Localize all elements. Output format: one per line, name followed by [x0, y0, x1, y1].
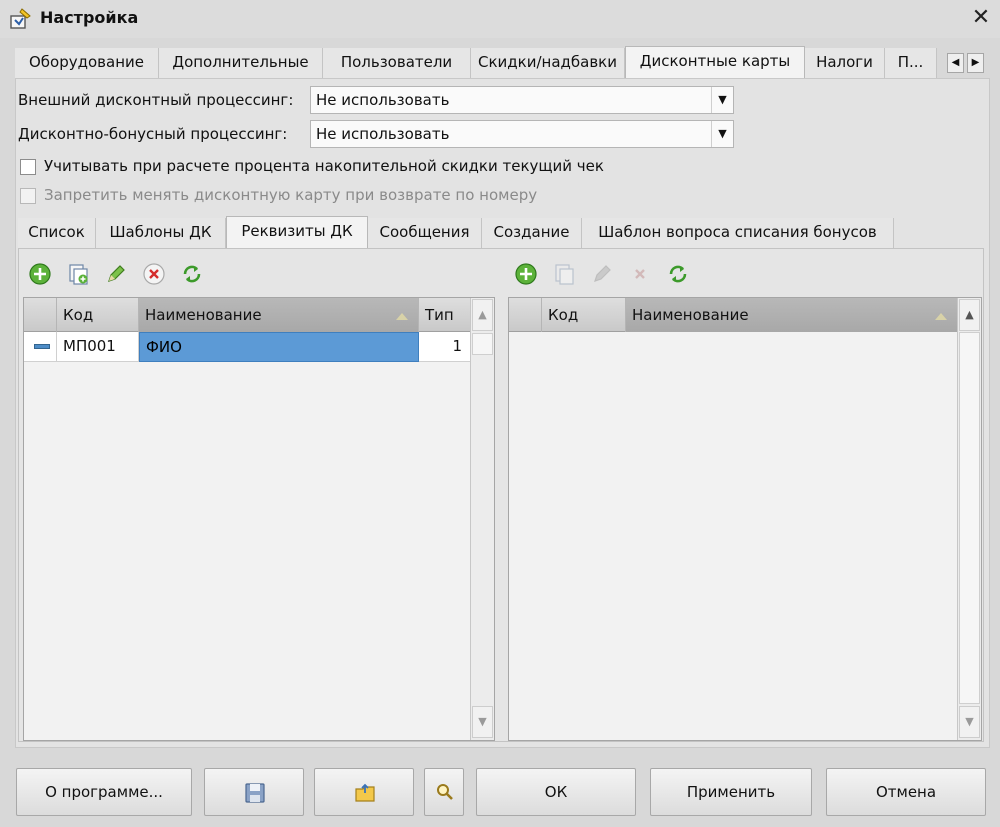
save-icon [245, 783, 265, 803]
column-name[interactable]: Наименование [626, 298, 957, 332]
cell-type[interactable]: 1 [419, 332, 470, 362]
table-scrollbar[interactable]: ▲ ▼ [470, 298, 494, 740]
column-name-label: Наименование [632, 306, 749, 324]
tab-more[interactable]: П... [885, 48, 937, 78]
bonus-processing-select[interactable]: Не использовать ▼ [310, 120, 734, 148]
refresh-icon[interactable] [666, 262, 690, 286]
sort-ascending-icon [935, 313, 947, 320]
scroll-up-button[interactable]: ▲ [959, 299, 980, 331]
attributes-table: Код Наименование Тип МП001 ФИО 1 ▲ ▼ [23, 297, 495, 741]
delete-icon[interactable] [142, 262, 166, 286]
external-processing-label: Внешний дисконтный процессинг: [18, 91, 294, 109]
current-row-icon [34, 344, 50, 349]
cancel-button[interactable]: Отмена [826, 768, 986, 816]
tab-bonus-write-off-template[interactable]: Шаблон вопроса списания бонусов [582, 218, 894, 248]
chevron-down-icon: ▼ [478, 715, 487, 728]
count-current-receipt-checkbox[interactable]: Учитывать при расчете процента накопител… [20, 157, 640, 179]
refresh-icon[interactable] [180, 262, 204, 286]
tabs-scroll-left-button[interactable]: ◀ [947, 53, 964, 73]
tab-additional[interactable]: Дополнительные [159, 48, 323, 78]
column-type[interactable]: Тип [419, 298, 470, 332]
checkbox-box [20, 188, 36, 204]
scroll-down-button[interactable]: ▼ [959, 706, 980, 738]
scroll-down-button[interactable]: ▼ [472, 706, 493, 738]
arrow-left-icon: ◀ [951, 57, 960, 68]
row-marker-cell [24, 332, 57, 362]
count-current-receipt-label: Учитывать при расчете процента накопител… [44, 157, 604, 175]
copy-icon [555, 264, 574, 285]
bonus-processing-label: Дисконтно-бонусный процессинг: [18, 125, 288, 143]
chevron-down-icon: ▼ [965, 715, 974, 728]
tab-users[interactable]: Пользователи [323, 48, 471, 78]
attribute-values-table: Код Наименование ▲ ▼ [508, 297, 982, 741]
row-marker-column [24, 298, 57, 332]
delete-icon [635, 269, 645, 279]
tab-list[interactable]: Список [18, 218, 96, 248]
window-title: Настройка [40, 8, 139, 27]
external-processing-value: Не использовать [316, 91, 450, 109]
external-processing-select[interactable]: Не использовать ▼ [310, 86, 734, 114]
column-code[interactable]: Код [542, 298, 626, 332]
copy-icon[interactable] [66, 262, 90, 286]
ok-button[interactable]: ОК [476, 768, 636, 816]
apply-button[interactable]: Применить [650, 768, 812, 816]
table-header: Код Наименование Тип [24, 298, 470, 332]
forbid-card-change-label: Запретить менять дисконтную карту при во… [44, 186, 538, 204]
settings-tabs: Оборудование Дополнительные Пользователи… [15, 46, 990, 78]
table-scrollbar[interactable]: ▲ ▼ [957, 298, 981, 740]
row-marker-column [509, 298, 542, 332]
chevron-up-icon: ▲ [478, 308, 487, 321]
search-icon [437, 784, 453, 800]
open-button[interactable] [314, 768, 414, 816]
about-button[interactable]: О программе... [16, 768, 192, 816]
tab-taxes[interactable]: Налоги [805, 48, 885, 78]
open-folder-icon [355, 783, 375, 802]
table-header: Код Наименование [509, 298, 957, 332]
title-bar: Настройка ✕ [0, 0, 1000, 38]
chevron-up-icon: ▲ [965, 308, 974, 321]
tab-card-attributes[interactable]: Реквизиты ДК [226, 216, 368, 248]
tab-discount-cards[interactable]: Дисконтные карты [625, 46, 805, 78]
column-name[interactable]: Наименование [139, 298, 419, 332]
arrow-right-icon: ▶ [971, 57, 980, 68]
add-icon[interactable] [514, 262, 538, 286]
close-button[interactable]: ✕ [966, 4, 996, 32]
close-icon[interactable]: ✕ [972, 5, 990, 30]
table-row[interactable]: МП001 ФИО 1 [24, 332, 470, 362]
save-button[interactable] [204, 768, 304, 816]
edit-icon [594, 265, 611, 282]
scroll-thumb[interactable] [472, 333, 493, 355]
tab-discounts[interactable]: Скидки/надбавки [471, 48, 625, 78]
tab-creation[interactable]: Создание [482, 218, 582, 248]
cell-name[interactable]: ФИО [139, 332, 419, 362]
tab-messages[interactable]: Сообщения [368, 218, 482, 248]
column-code[interactable]: Код [57, 298, 139, 332]
tabs-scroll-right-button[interactable]: ▶ [967, 53, 984, 73]
scroll-thumb[interactable] [959, 332, 980, 704]
bonus-processing-value: Не использовать [316, 125, 450, 143]
add-icon[interactable] [28, 262, 52, 286]
checkbox-box[interactable] [20, 159, 36, 175]
scroll-up-button[interactable]: ▲ [472, 299, 493, 331]
forbid-card-change-checkbox: Запретить менять дисконтную карту при во… [20, 186, 580, 208]
settings-app-icon [10, 8, 31, 29]
chevron-down-icon[interactable]: ▼ [711, 87, 733, 113]
tab-card-templates[interactable]: Шаблоны ДК [96, 218, 226, 248]
chevron-down-icon[interactable]: ▼ [711, 121, 733, 147]
cell-code[interactable]: МП001 [57, 332, 139, 362]
discount-card-tabs: Список Шаблоны ДК Реквизиты ДК Сообщения… [18, 216, 898, 248]
sort-ascending-icon [396, 313, 408, 320]
tab-equipment[interactable]: Оборудование [15, 48, 159, 78]
edit-icon[interactable] [104, 262, 128, 286]
search-button[interactable] [424, 768, 464, 816]
column-name-label: Наименование [145, 306, 262, 324]
